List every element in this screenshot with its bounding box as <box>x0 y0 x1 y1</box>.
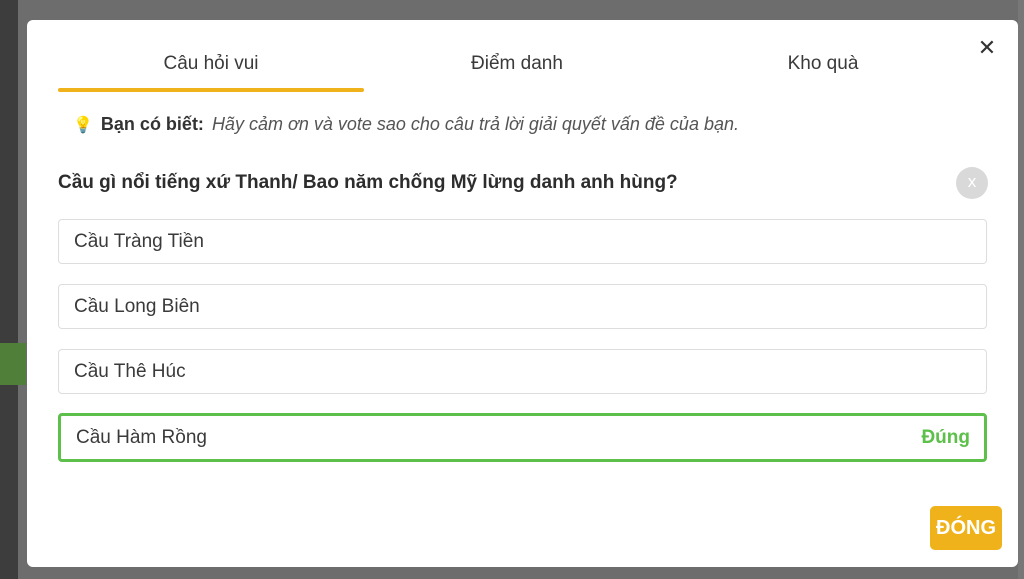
answer-text: Cầu Long Biên <box>74 295 200 317</box>
tip-label: Bạn có biết: <box>100 114 204 134</box>
answer-option-1[interactable]: Cầu Tràng Tiền <box>58 219 987 264</box>
tab-attendance[interactable]: Điểm danh <box>364 50 670 92</box>
answer-list: Cầu Tràng Tiền Cầu Long Biên Cầu Thê Húc… <box>58 219 987 482</box>
answer-option-3[interactable]: Cầu Thê Húc <box>58 349 987 394</box>
correct-badge: Đúng <box>921 426 970 448</box>
background-left-strip <box>0 0 18 579</box>
question-text: Cầu gì nổi tiếng xứ Thanh/ Bao năm chống… <box>58 172 678 193</box>
tab-fun-questions[interactable]: Câu hỏi vui <box>58 50 364 92</box>
background-right-strip <box>1018 0 1024 579</box>
answer-text: Cầu Hàm Rồng <box>76 426 207 448</box>
answer-text: Cầu Tràng Tiền <box>74 230 204 252</box>
tab-bar: Câu hỏi vui Điểm danh Kho quà <box>58 50 976 92</box>
quiz-modal: ✕ Câu hỏi vui Điểm danh Kho quà 💡 Bạn có… <box>27 20 1018 567</box>
tip-text: Hãy cảm ơn và vote sao cho câu trả lời g… <box>211 114 739 134</box>
bulb-icon: 💡 <box>73 116 93 134</box>
close-icon[interactable]: ✕ <box>974 36 1000 62</box>
answer-text: Cầu Thê Húc <box>74 360 186 382</box>
answer-option-4[interactable]: Cầu Hàm Rồng Đúng <box>58 413 987 462</box>
did-you-know-tip: 💡 Bạn có biết: Hãy cảm ơn và vote sao ch… <box>73 114 739 135</box>
answer-option-2[interactable]: Cầu Long Biên <box>58 284 987 329</box>
dismiss-question-button[interactable]: x <box>956 167 988 199</box>
close-dialog-button[interactable]: ĐÓNG <box>930 506 1002 550</box>
background-green-block <box>0 343 26 385</box>
tab-gift-store[interactable]: Kho quà <box>670 50 976 92</box>
